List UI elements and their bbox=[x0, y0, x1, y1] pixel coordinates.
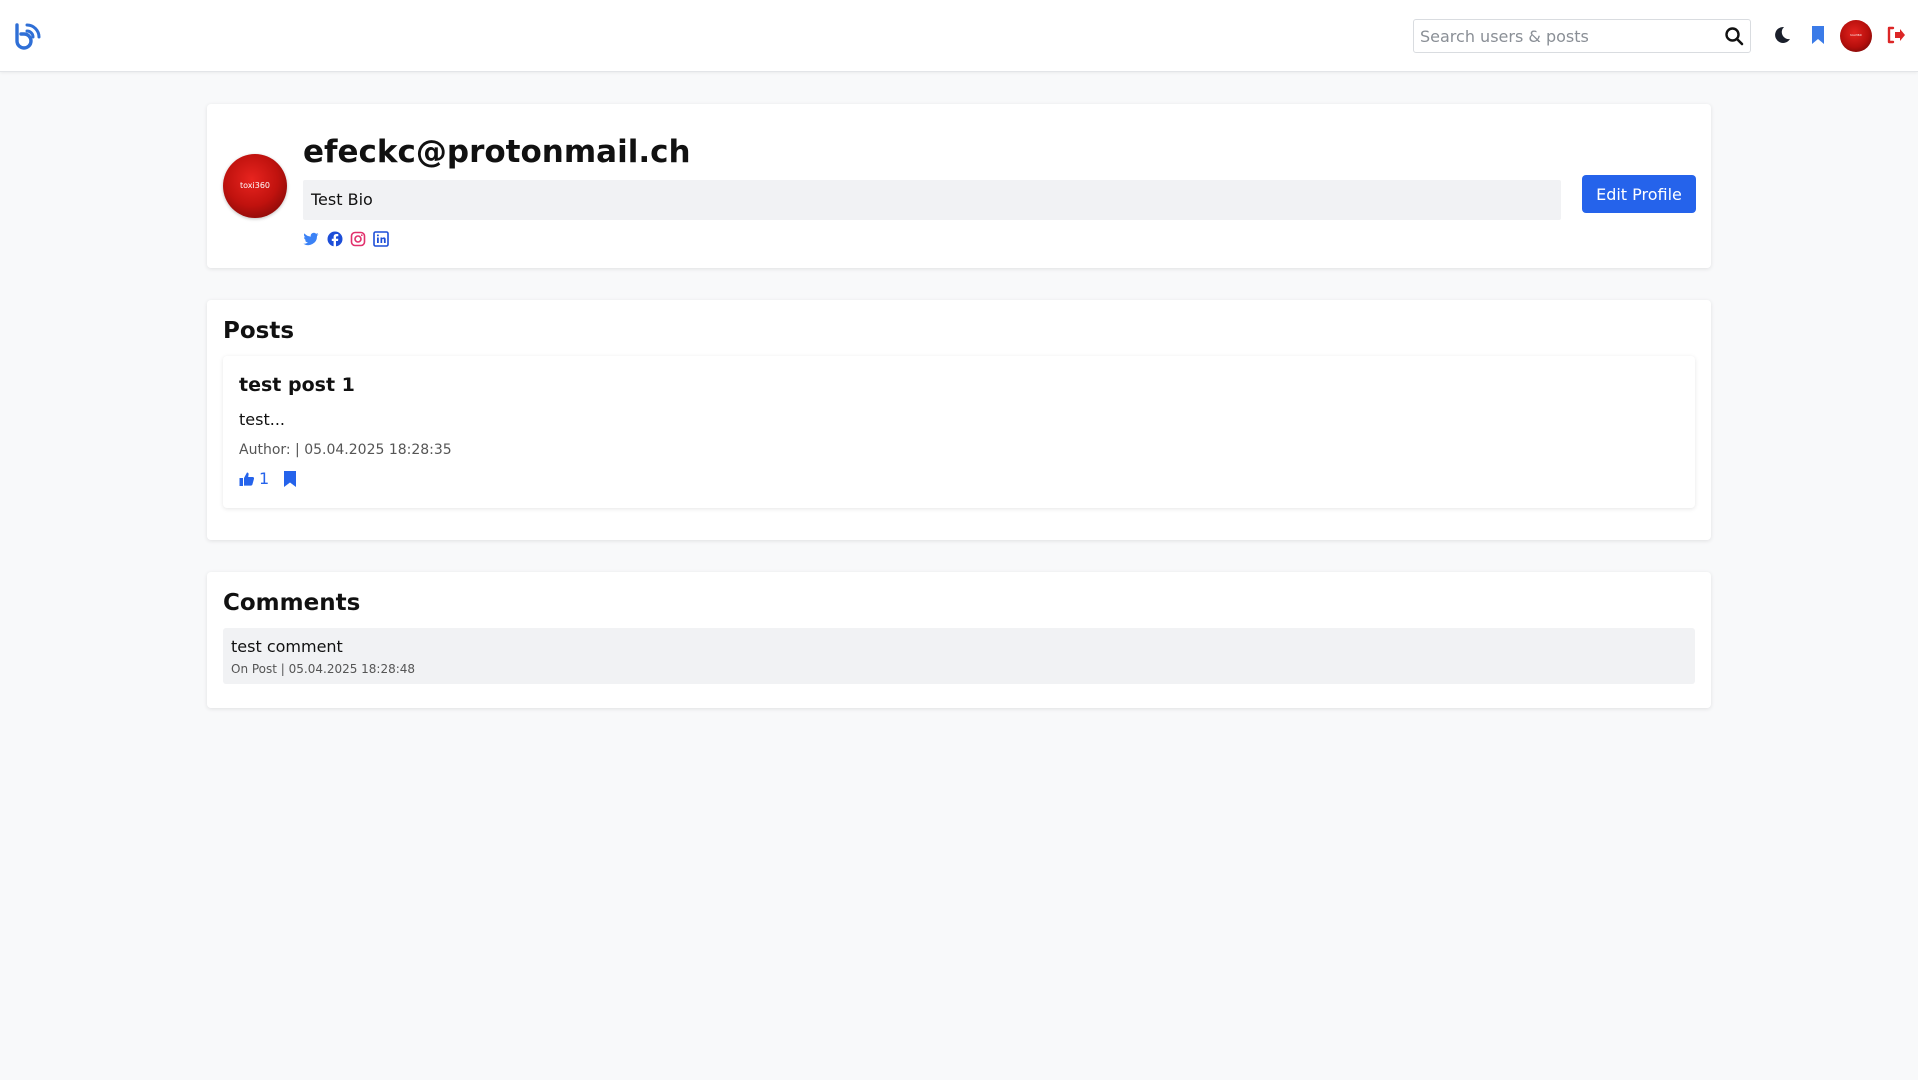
logo-icon[interactable] bbox=[13, 21, 41, 51]
search-input[interactable] bbox=[1414, 20, 1710, 52]
post-meta: Author: | 05.04.2025 18:28:35 bbox=[239, 442, 452, 458]
moon-icon[interactable] bbox=[1771, 24, 1793, 46]
post-card[interactable]: test post 1 test... Author: | 05.04.2025… bbox=[223, 356, 1695, 508]
like-count: 1 bbox=[259, 469, 270, 488]
search-icon[interactable] bbox=[1724, 26, 1744, 46]
post-excerpt: test... bbox=[239, 410, 285, 429]
linkedin-icon[interactable] bbox=[373, 231, 389, 247]
profile-username: efeckc@protonmail.ch bbox=[303, 134, 691, 170]
twitter-icon[interactable] bbox=[303, 231, 319, 247]
comments-section: Comments test comment On Post | 05.04.20… bbox=[207, 572, 1711, 708]
avatar-text: toxi360 bbox=[1850, 33, 1862, 37]
profile-bio: Test Bio bbox=[303, 180, 1561, 220]
facebook-icon[interactable] bbox=[327, 231, 343, 247]
logout-icon[interactable] bbox=[1885, 24, 1907, 46]
instagram-icon[interactable] bbox=[350, 231, 366, 247]
avatar[interactable]: toxi360 bbox=[1840, 20, 1872, 52]
posts-section: Posts test post 1 test... Author: | 05.0… bbox=[207, 300, 1711, 540]
bookmark-icon[interactable] bbox=[282, 470, 298, 488]
edit-profile-button[interactable]: Edit Profile bbox=[1582, 175, 1696, 213]
bookmark-icon[interactable] bbox=[1807, 24, 1829, 46]
top-navbar: toxi360 bbox=[0, 0, 1918, 72]
post-title[interactable]: test post 1 bbox=[239, 374, 355, 396]
thumbs-up-icon bbox=[239, 472, 255, 486]
profile-avatar: toxi360 bbox=[223, 154, 287, 218]
posts-heading: Posts bbox=[223, 318, 295, 344]
comment-text: test comment bbox=[231, 637, 343, 656]
comment-item[interactable]: test comment On Post | 05.04.2025 18:28:… bbox=[223, 628, 1695, 684]
comments-heading: Comments bbox=[223, 590, 361, 616]
profile-avatar-text: toxi360 bbox=[239, 181, 270, 190]
profile-card: toxi360 efeckc@protonmail.ch Test Bio Ed… bbox=[207, 104, 1711, 268]
comment-meta: On Post | 05.04.2025 18:28:48 bbox=[231, 662, 416, 676]
search-box bbox=[1413, 19, 1751, 53]
